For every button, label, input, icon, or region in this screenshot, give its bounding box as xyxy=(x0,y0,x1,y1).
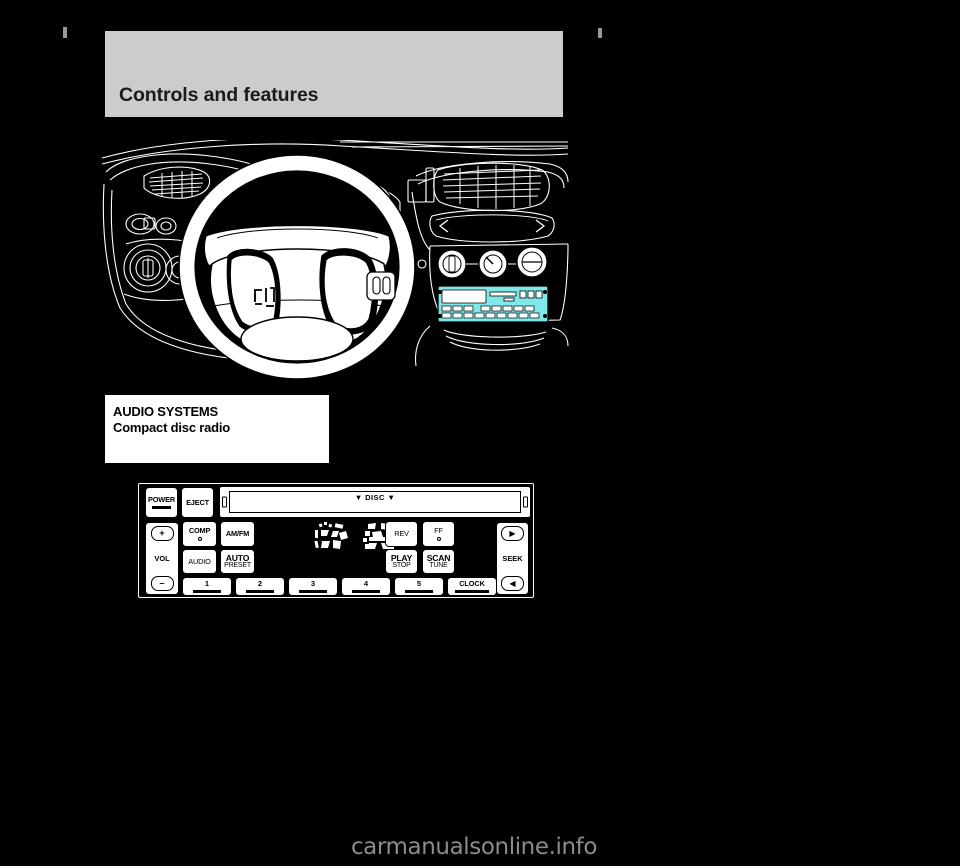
play-button-label: PLAY xyxy=(390,552,413,563)
auto-preset-primary-label: AUTO xyxy=(225,552,250,563)
power-button-label: POWER xyxy=(148,495,175,505)
disc-slot[interactable]: ▼ DISC ▼ xyxy=(219,486,531,518)
disc-slot-label: ▼ DISC ▼ xyxy=(354,493,396,502)
manual-page: Controls and features AUDIO SYSTEMS Comp… xyxy=(0,0,960,866)
tune-button-label: TUNE xyxy=(429,561,448,569)
seek-down-button[interactable]: ◀ xyxy=(501,576,524,591)
seek-control[interactable]: ▶ SEEK ◀ xyxy=(496,522,529,595)
audio-systems-caption: AUDIO SYSTEMS Compact disc radio xyxy=(105,395,329,463)
audio-button[interactable]: AUDIO xyxy=(182,549,217,574)
preset-button-5[interactable]: 5 xyxy=(394,577,444,596)
preset-5-underline xyxy=(405,590,433,593)
stop-button-label: STOP xyxy=(392,561,411,569)
clock-button-label: CLOCK xyxy=(459,579,485,589)
scan-tune-button[interactable]: SCAN TUNE xyxy=(422,549,455,574)
disc-slot-nub-left xyxy=(222,496,227,508)
preset-button-1[interactable]: 1 xyxy=(182,577,232,596)
clock-button[interactable]: CLOCK xyxy=(447,577,497,596)
section-header-band: Controls and features xyxy=(105,31,563,117)
compact-disc-radio-faceplate: POWER EJECT ▼ DISC ▼ + VOL – COMP AM/FM … xyxy=(138,483,534,598)
preset-button-2[interactable]: 2 xyxy=(235,577,285,596)
ff-indicator-led xyxy=(436,536,441,541)
caption-heading: AUDIO SYSTEMS xyxy=(113,404,219,419)
auto-preset-button[interactable]: AUTO PRESET xyxy=(220,549,255,574)
comp-indicator-led xyxy=(197,536,202,541)
volume-control[interactable]: + VOL – xyxy=(145,522,179,595)
registration-mark-left xyxy=(63,27,67,38)
seek-label: SEEK xyxy=(502,554,523,563)
rev-button-label: REV xyxy=(394,529,409,538)
preset-1-underline xyxy=(193,590,221,593)
clock-underline xyxy=(454,590,490,593)
ff-button[interactable]: FF xyxy=(422,521,455,547)
play-stop-button[interactable]: PLAY STOP xyxy=(385,549,418,574)
preset-button-3[interactable]: 3 xyxy=(288,577,338,596)
page-title: Controls and features xyxy=(119,84,319,106)
am-fm-button-label: AM/FM xyxy=(225,529,250,538)
disc-slot-opening: ▼ DISC ▼ xyxy=(229,491,521,513)
preset-3-underline xyxy=(299,590,327,593)
ff-button-label: FF xyxy=(434,526,443,536)
caption-subheading: Compact disc radio xyxy=(113,420,231,435)
eject-button-label: EJECT xyxy=(186,497,209,507)
power-underline xyxy=(152,506,171,509)
am-fm-button[interactable]: AM/FM xyxy=(220,521,255,547)
preset-2-label: 2 xyxy=(257,579,263,589)
preset-4-label: 4 xyxy=(363,579,369,589)
audio-button-label: AUDIO xyxy=(188,556,211,566)
preset-3-label: 3 xyxy=(310,579,316,589)
preset-1-label: 1 xyxy=(204,579,210,589)
volume-up-button[interactable]: + xyxy=(150,526,174,541)
rev-button[interactable]: REV xyxy=(385,521,418,547)
comp-button[interactable]: COMP xyxy=(182,521,217,547)
preset-button-4[interactable]: 4 xyxy=(341,577,391,596)
disc-slot-nub-right xyxy=(523,496,528,508)
site-watermark: carmanualsonline.info xyxy=(350,834,598,860)
volume-label: VOL xyxy=(154,554,170,563)
eject-button[interactable]: EJECT xyxy=(181,487,214,518)
scan-button-label: SCAN xyxy=(426,552,451,563)
registration-mark-right xyxy=(598,28,602,38)
comp-button-label: COMP xyxy=(188,526,211,536)
seek-up-button[interactable]: ▶ xyxy=(501,526,524,541)
volume-down-button[interactable]: – xyxy=(150,576,174,591)
preset-4-underline xyxy=(352,590,380,593)
power-button[interactable]: POWER xyxy=(145,487,178,518)
preset-2-underline xyxy=(246,590,274,593)
instrument-panel-illustration xyxy=(100,140,570,380)
auto-preset-secondary-label: PRESET xyxy=(224,561,251,569)
preset-5-label: 5 xyxy=(416,579,422,589)
